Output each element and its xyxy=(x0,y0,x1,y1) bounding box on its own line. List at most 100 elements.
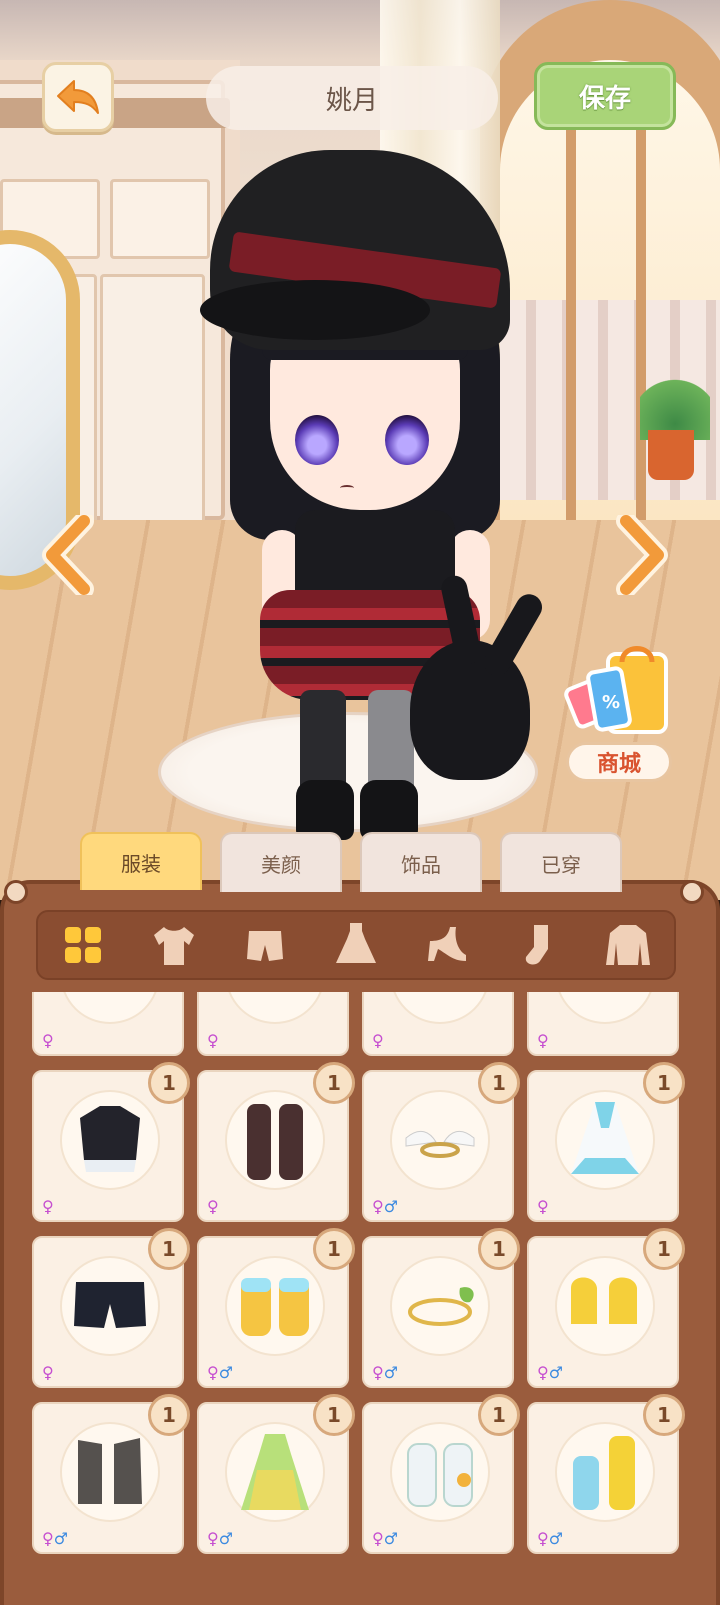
character-boot xyxy=(296,780,354,840)
item-count-badge: 1 xyxy=(478,1228,520,1270)
gender-male-icon: ♂ xyxy=(218,1529,234,1548)
category-tops[interactable] xyxy=(144,915,204,975)
gender-female-icon: ♀ xyxy=(537,1529,549,1548)
yellow-boots-icon xyxy=(241,1278,309,1336)
gender-female-icon: ♀ xyxy=(537,1031,549,1050)
wardrobe-item-card[interactable]: 1 ♀♂ xyxy=(197,1394,355,1554)
category-outerwear[interactable] xyxy=(598,915,658,975)
item-count-badge: 1 xyxy=(148,1228,190,1270)
white-boots-icon xyxy=(407,1443,473,1507)
all-grid-icon xyxy=(65,927,102,963)
wardrobe-item-card[interactable]: ♀ xyxy=(32,992,184,1056)
gender-female-icon: ♀ xyxy=(537,1197,549,1216)
gender-female-icon: ♀ xyxy=(537,1363,549,1382)
item-count-badge: 1 xyxy=(148,1394,190,1436)
item-count-badge: 1 xyxy=(478,1394,520,1436)
chevron-left-icon xyxy=(42,515,94,595)
category-shoes[interactable] xyxy=(417,915,477,975)
high-heel-icon xyxy=(427,927,466,961)
gender-male-icon: ♂ xyxy=(383,1197,399,1216)
wardrobe-item-card[interactable]: ♀ xyxy=(197,992,349,1056)
wardrobe-tabs: 服装 美颜 饰品 已穿 xyxy=(80,832,640,892)
wardrobe-item-card[interactable]: 1 ♀ xyxy=(32,1062,190,1222)
character-eye xyxy=(295,415,339,465)
gender-female-icon: ♀ xyxy=(207,1363,219,1382)
gender-female-icon: ♀ xyxy=(207,1197,219,1216)
gender-male-icon: ♂ xyxy=(383,1529,399,1548)
wardrobe-item-card[interactable]: 1 ♀♂ xyxy=(362,1228,520,1388)
gender-female-icon: ♀ xyxy=(372,1197,384,1216)
item-count-badge: 1 xyxy=(643,1228,685,1270)
shop-button[interactable]: % 商城 xyxy=(562,640,678,790)
tab-accessories[interactable]: 饰品 xyxy=(360,832,482,892)
item-count-badge: 1 xyxy=(313,1062,355,1104)
back-button[interactable] xyxy=(42,62,114,132)
blue-yellow-socks-icon xyxy=(573,1436,635,1510)
shop-label: 商城 xyxy=(566,742,672,782)
gender-male-icon: ♂ xyxy=(548,1363,564,1382)
tab-beauty[interactable]: 美颜 xyxy=(220,832,342,892)
gender-male-icon: ♂ xyxy=(548,1529,564,1548)
blue-robe-icon xyxy=(571,1102,639,1174)
gender-female-icon: ♀ xyxy=(372,1529,384,1548)
thigh-socks-icon xyxy=(247,1104,303,1180)
category-socks[interactable] xyxy=(508,915,568,975)
top-shirt-icon xyxy=(154,927,195,965)
character-boot xyxy=(360,780,418,840)
leaf-headband-icon xyxy=(408,1287,474,1326)
dress-up-screen: 姚月 保存 % 商城 ♀ ♀ ♀ ♀ 1 ♀ 1 ♀ 1 ♀♂ 1 ♀ 1 ♀ … xyxy=(0,0,720,1605)
wardrobe-item-card[interactable]: 1 ♀♂ xyxy=(362,1394,520,1554)
shopping-bag-icon: % xyxy=(564,646,668,734)
gender-female-icon: ♀ xyxy=(42,1529,54,1548)
chevron-right-icon xyxy=(616,515,668,595)
crop-top-icon xyxy=(80,1106,140,1172)
item-count-badge: 1 xyxy=(643,1394,685,1436)
item-count-badge: 1 xyxy=(313,1228,355,1270)
winged-bracelet-icon xyxy=(405,1130,475,1158)
wardrobe-item-card[interactable]: 1 ♀♂ xyxy=(197,1228,355,1388)
item-count-badge: 1 xyxy=(478,1062,520,1104)
wardrobe-panel: ♀ ♀ ♀ ♀ 1 ♀ 1 ♀ 1 ♀♂ 1 ♀ 1 ♀ 1 ♀♂ 1 ♀♂ 1 ♀♂ 1 ♀♂ 1 ♀♂ 1 ♀♂ 1 ♀♂ xyxy=(0,880,720,1605)
next-button[interactable] xyxy=(600,510,680,600)
shorts-icon xyxy=(247,931,284,961)
category-all[interactable] xyxy=(53,915,113,975)
back-arrow-icon xyxy=(57,80,99,114)
room-scene: 姚月 保存 % 商城 xyxy=(0,0,720,900)
tab-worn[interactable]: 已穿 xyxy=(500,832,622,892)
previous-button[interactable] xyxy=(30,510,110,600)
gender-female-icon: ♀ xyxy=(372,1363,384,1382)
dress-icon xyxy=(335,923,376,963)
gender-female-icon: ♀ xyxy=(207,1031,219,1050)
gender-female-icon: ♀ xyxy=(372,1031,384,1050)
wardrobe-item-card[interactable]: ♀ xyxy=(527,992,679,1056)
yellow-gloves-icon xyxy=(571,1277,637,1324)
potted-plant xyxy=(640,360,710,440)
gender-female-icon: ♀ xyxy=(207,1529,219,1548)
wardrobe-item-card[interactable]: 1 ♀ xyxy=(32,1228,190,1388)
wardrobe-item-card[interactable]: 1 ♀♂ xyxy=(362,1062,520,1222)
gender-female-icon: ♀ xyxy=(42,1363,54,1382)
category-dresses[interactable] xyxy=(326,915,386,975)
item-count-badge: 1 xyxy=(643,1062,685,1104)
wardrobe-item-card[interactable]: 1 ♀♂ xyxy=(527,1228,685,1388)
sock-icon xyxy=(525,925,548,965)
black-shorts-icon xyxy=(74,1282,146,1328)
wardrobe-item-card[interactable]: 1 ♀ xyxy=(197,1062,355,1222)
wardrobe-item-card[interactable]: 1 ♀♂ xyxy=(527,1394,685,1554)
wardrobe-item-card[interactable]: 1 ♀ xyxy=(527,1062,685,1222)
character-name[interactable]: 姚月 xyxy=(206,66,498,130)
wardrobe-item-card[interactable]: 1 ♀♂ xyxy=(32,1394,190,1554)
wardrobe-item-card[interactable]: ♀ xyxy=(362,992,514,1056)
character-eye xyxy=(385,415,429,465)
gender-female-icon: ♀ xyxy=(42,1197,54,1216)
gender-male-icon: ♂ xyxy=(53,1529,69,1548)
item-count-badge: 1 xyxy=(313,1394,355,1436)
item-grid: ♀ ♀ ♀ ♀ 1 ♀ 1 ♀ 1 ♀♂ 1 ♀ 1 ♀ 1 ♀♂ 1 ♀♂ 1 ♀♂ 1 ♀♂ 1 ♀♂ 1 ♀♂ 1 ♀♂ xyxy=(18,992,702,1605)
svg-text:%: % xyxy=(602,692,620,713)
category-bottoms[interactable] xyxy=(235,915,295,975)
save-button[interactable]: 保存 xyxy=(534,62,676,130)
category-bar xyxy=(36,910,676,980)
tab-clothing[interactable]: 服装 xyxy=(80,832,202,890)
green-dress-icon xyxy=(241,1434,309,1510)
gray-boots-icon xyxy=(78,1438,142,1504)
